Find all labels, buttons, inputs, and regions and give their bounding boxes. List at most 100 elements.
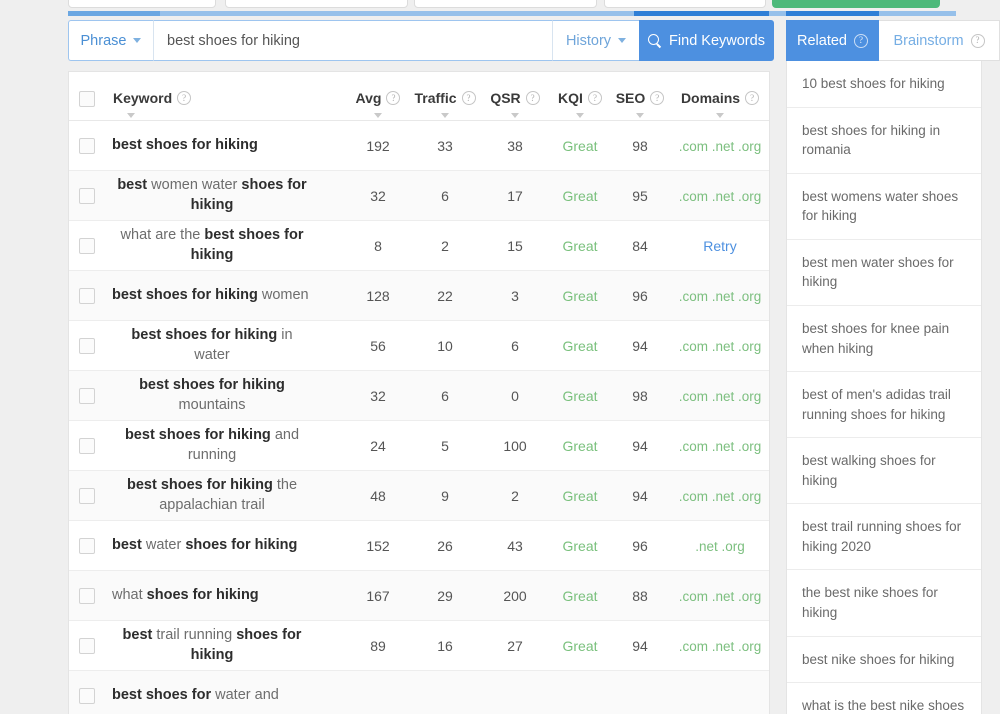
related-keyword-item[interactable]: the best nike shoes for hiking <box>787 570 981 637</box>
row-checkbox[interactable] <box>79 237 95 254</box>
help-icon[interactable]: ? <box>461 91 476 105</box>
related-keyword-item[interactable]: 10 best shoes for hiking <box>787 61 981 108</box>
find-keywords-button[interactable]: Find Keywords <box>639 20 774 61</box>
keyword-cell: what are the best shoes for hiking <box>69 220 347 271</box>
match-type-label: Phrase <box>80 32 127 49</box>
related-keyword-item[interactable]: best womens water shoes for hiking <box>787 174 981 240</box>
table-row[interactable]: best shoes for hiking and running 24 5 100 G… <box>69 420 769 471</box>
cutoff-primary-button[interactable] <box>772 0 940 8</box>
seo-cell: 94 <box>611 420 669 471</box>
available-domains[interactable]: .com .net .org <box>679 339 762 354</box>
table-row[interactable]: best shoes for hiking women 128 22 3 Great 96… <box>69 270 769 321</box>
keyword-text[interactable]: best shoes for hiking <box>112 136 258 156</box>
available-domains[interactable]: .net .org <box>695 539 745 554</box>
available-domains[interactable]: .com .net .org <box>679 489 762 504</box>
table-row[interactable]: best shoes for water and <box>69 670 769 714</box>
table-row[interactable]: best trail running shoes for hiking 89 16 2… <box>69 620 769 671</box>
help-icon[interactable]: ? <box>177 91 192 105</box>
table-row[interactable]: what are the best shoes for hiking 8 2 15 Gr… <box>69 220 769 271</box>
search-input[interactable] <box>154 20 552 61</box>
related-keyword-item[interactable]: best walking shoes for hiking <box>787 438 981 505</box>
column-header-traffic[interactable]: Traffic ? <box>409 72 481 121</box>
available-domains[interactable]: .com .net .org <box>679 139 762 154</box>
table-row[interactable]: best shoes for hiking mountains 32 6 0 Great… <box>69 370 769 421</box>
tab-brainstorm[interactable]: Brainstorm ? <box>879 20 1000 61</box>
related-keyword-item[interactable]: what is the best nike shoes for hiking <box>787 683 981 714</box>
column-header-keyword[interactable]: Keyword ? <box>69 72 347 121</box>
table-row[interactable]: best shoes for hiking the appalachian tr… <box>69 470 769 521</box>
row-checkbox[interactable] <box>79 637 95 654</box>
keyword-text[interactable]: what are the best shoes for hiking <box>112 226 312 265</box>
sort-caret-icon[interactable] <box>374 113 382 118</box>
retry-link[interactable]: Retry <box>703 238 736 254</box>
row-checkbox[interactable] <box>79 387 95 404</box>
row-checkbox[interactable] <box>79 587 95 604</box>
table-row[interactable]: best shoes for hiking 192 33 38 Great 98 .com … <box>69 120 769 171</box>
help-icon[interactable]: ? <box>853 33 868 48</box>
keyword-text[interactable]: best trail running shoes for hiking <box>112 626 312 665</box>
related-keyword-item[interactable]: best men water shoes for hiking <box>787 240 981 306</box>
row-checkbox[interactable] <box>79 187 95 204</box>
row-checkbox[interactable] <box>79 687 95 704</box>
help-icon[interactable]: ? <box>650 91 665 105</box>
keyword-text[interactable]: best shoes for water and <box>112 686 279 706</box>
keyword-text[interactable]: best water shoes for hiking <box>112 536 297 556</box>
sort-caret-icon[interactable] <box>441 113 449 118</box>
cutoff-field-4[interactable] <box>604 0 766 8</box>
cutoff-field-3[interactable] <box>414 0 597 8</box>
cutoff-field-2[interactable] <box>225 0 408 8</box>
qsr-cell: 15 <box>481 220 549 271</box>
row-checkbox[interactable] <box>79 137 95 154</box>
sort-caret-icon[interactable] <box>127 113 135 118</box>
keyword-text[interactable]: best shoes for hiking mountains <box>112 376 312 415</box>
cutoff-field-1[interactable] <box>68 0 216 8</box>
sort-caret-icon[interactable] <box>511 113 519 118</box>
related-keyword-item[interactable]: best shoes for hiking in romania <box>787 108 981 174</box>
column-header-avg[interactable]: Avg ? <box>347 72 409 121</box>
column-header-seo[interactable]: SEO ? <box>611 72 669 121</box>
row-checkbox[interactable] <box>79 287 95 304</box>
select-all-checkbox[interactable] <box>79 91 95 110</box>
help-icon[interactable]: ? <box>525 91 540 105</box>
available-domains[interactable]: .com .net .org <box>679 289 762 304</box>
help-icon[interactable]: ? <box>386 91 401 105</box>
table-row[interactable]: best water shoes for hiking 152 26 43 Great 9… <box>69 520 769 571</box>
keyword-text[interactable]: best shoes for hiking and running <box>112 426 312 465</box>
sort-caret-icon[interactable] <box>576 113 584 118</box>
row-checkbox[interactable] <box>79 437 95 454</box>
keyword-text[interactable]: best shoes for hiking the appalachian tr… <box>112 476 312 515</box>
help-icon[interactable]: ? <box>970 33 985 48</box>
related-keyword-item[interactable]: best trail running shoes for hiking 2020 <box>787 504 981 571</box>
help-icon[interactable]: ? <box>745 91 760 105</box>
row-checkbox[interactable] <box>79 487 95 504</box>
available-domains[interactable]: .com .net .org <box>679 389 762 404</box>
column-header-kqi[interactable]: KQI ? <box>549 72 611 121</box>
available-domains[interactable]: .com .net .org <box>679 639 762 654</box>
available-domains[interactable]: .com .net .org <box>679 189 762 204</box>
table-row[interactable]: best women water shoes for hiking 32 6 17 Gr… <box>69 170 769 221</box>
keyword-text[interactable]: best shoes for hiking women <box>112 286 309 306</box>
sort-caret-icon[interactable] <box>636 113 644 118</box>
tab-related[interactable]: Related ? <box>786 20 879 61</box>
keyword-text[interactable]: what shoes for hiking <box>112 586 259 606</box>
page-scroll-gutter[interactable] <box>982 61 1000 714</box>
column-header-domains[interactable]: Domains ? <box>669 72 769 121</box>
available-domains[interactable]: .com .net .org <box>679 589 762 604</box>
match-type-select[interactable]: Phrase <box>68 20 154 61</box>
related-keyword-item[interactable]: best of men's adidas trail running shoes… <box>787 372 981 439</box>
column-header-qsr[interactable]: QSR ? <box>481 72 549 121</box>
related-keyword-item[interactable]: best nike shoes for hiking <box>787 637 981 684</box>
row-checkbox[interactable] <box>79 537 95 554</box>
help-icon[interactable]: ? <box>587 91 602 105</box>
history-button[interactable]: History <box>552 20 639 61</box>
sort-caret-icon[interactable] <box>716 113 724 118</box>
avg-cell <box>347 670 409 714</box>
keyword-text[interactable]: best shoes for hiking in water <box>112 326 312 365</box>
keyword-text[interactable]: best women water shoes for hiking <box>112 176 312 215</box>
related-keyword-item[interactable]: best shoes for knee pain when hiking <box>787 306 981 373</box>
row-checkbox[interactable] <box>79 337 95 354</box>
available-domains[interactable]: .com .net .org <box>679 439 762 454</box>
table-row[interactable]: best shoes for hiking in water 56 10 6 Great… <box>69 320 769 371</box>
avg-cell: 48 <box>347 470 409 521</box>
table-row[interactable]: what shoes for hiking 167 29 200 Great 88 .com… <box>69 570 769 621</box>
